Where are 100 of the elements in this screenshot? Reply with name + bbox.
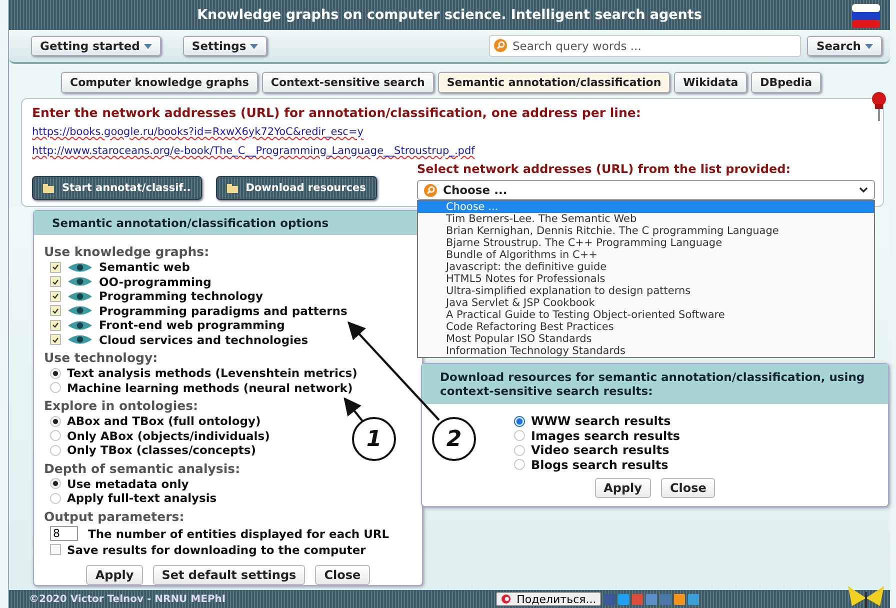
option-label: Programming paradigms and patterns [99,304,348,318]
checkbox[interactable] [50,276,61,288]
select-label: Select network addresses (URL) from the list provided: [417,162,792,176]
option-label: Images search results [531,428,680,443]
checkbox[interactable] [50,334,61,346]
flag-icon[interactable] [852,4,880,28]
menu-button[interactable]: Getting started [31,36,161,56]
search-icon [494,39,508,52]
copyright-text: ©2020 Victor Telnov - NRNU MEPhI [29,594,226,604]
social-icon[interactable] [618,594,630,604]
option-label: Use metadata only [67,476,189,491]
search-icon [424,184,437,196]
eye-icon [67,320,93,331]
section-title: Output parameters: [44,508,184,524]
dropdown-option[interactable]: Javascript: the definitive guide [418,261,874,273]
option-label: The number of entities displayed for each URL [88,526,390,540]
radio-button[interactable] [50,478,61,490]
folder-icon [226,184,238,192]
radio-button[interactable] [50,444,61,456]
option-label: Cloud services and technologies [99,332,308,347]
option-label: Blogs search results [531,458,668,472]
radio-button[interactable] [50,492,61,504]
option-label: WWW search results [531,414,671,428]
tab[interactable]: Computer knowledge graphs [61,72,258,93]
radio-button[interactable] [50,416,61,427]
dialog-title: Download resources for semantic annotation/classification, using context-sensitive search results: [422,364,888,404]
section-title: Use technology: [44,349,158,366]
option-label: Video search results [531,443,670,458]
tab[interactable]: DBpedia [751,72,822,93]
option-label: Front-end web programming [99,318,285,332]
dropdown-option[interactable]: Java Servlet & JSP Cookbook [418,297,874,309]
dropdown-option[interactable]: Information Technology Standards [418,345,874,357]
dialog-button[interactable]: Apply [86,565,143,585]
search-field[interactable]: Search query words ... [489,35,802,57]
radio-button[interactable] [514,459,525,470]
caret-icon [865,44,873,48]
option-label: Save results for downloading to the computer [67,542,366,557]
social-icon[interactable] [688,594,700,604]
radio-button[interactable] [50,382,61,394]
option-label: Programming technology [99,289,263,304]
option-label: OO-programming [99,274,212,289]
social-icon[interactable] [632,594,644,604]
tab[interactable]: Context-sensitive search [262,72,434,93]
eye-icon [67,262,93,273]
eye-icon [67,290,93,302]
option-label: Semantic web [99,260,190,274]
tab[interactable]: Wikidata [674,72,748,93]
section-title: Explore in ontologies: [44,397,198,414]
pushpin-icon [869,91,889,121]
section-title: Depth of semantic analysis: [44,460,240,476]
social-icon[interactable] [674,594,686,604]
eye-icon [67,305,93,316]
dropdown-option[interactable]: Most Popular ISO Standards [418,333,874,345]
option-label: Machine learning methods (neural network) [67,380,353,395]
checkbox[interactable] [50,262,61,273]
section-title: Use knowledge graphs: [44,243,210,260]
download-button[interactable]: Download resources [216,176,377,200]
tab[interactable]: Semantic annotation/classification [438,72,670,93]
option-label: Only ABox (objects/individuals) [67,428,270,443]
search-button[interactable]: Search [807,36,882,56]
option-label: ABox and TBox (full ontology) [67,414,261,428]
window-title: Knowledge graphs on computer science. Intelligent search agents [197,7,702,23]
share-icon [500,594,513,604]
radio-button[interactable] [50,368,61,379]
dropdown-option[interactable]: A Practical Guide to Testing Object-oriented Software [418,309,874,321]
dropdown-option[interactable]: HTML5 Notes for Professionals [418,273,874,285]
radio-button[interactable] [514,416,525,427]
dialog-button[interactable]: Apply [594,478,651,498]
url-select[interactable]: Choose ... [417,180,875,200]
checkbox[interactable] [50,320,61,331]
option-label: Apply full-text analysis [67,491,217,506]
share-button[interactable]: Поделиться... [496,592,602,606]
checkbox[interactable] [50,290,61,302]
checkbox[interactable] [50,305,61,316]
url-heading: Enter the network addresses (URL) for annotation/classification, one address per line: [32,105,642,120]
dropdown-option[interactable]: Bjarne Stroustrup. The C++ Programming Language [418,237,874,249]
url-link[interactable]: http://www.staroceans.org/e-book/The_C__Programming_Language__Stroustrup_.pdf [32,145,475,157]
social-icon[interactable] [660,594,672,604]
chevron-icon [859,187,868,193]
menu-button[interactable]: Settings [182,36,268,56]
radio-button[interactable] [514,430,525,442]
dropdown-option[interactable]: Code Refactoring Best Practices [418,321,874,333]
start-button[interactable]: Start annotat/classif.. [32,176,202,200]
dialog-button[interactable]: Set default settings [152,565,306,585]
url-link[interactable]: https://books.google.ru/books?id=RxwX6yk72YoC&redir_esc=y [32,126,364,138]
option-label: Only TBox (classes/concepts) [67,443,256,458]
social-icon[interactable] [646,594,658,604]
dialog-button[interactable]: Close [315,565,370,585]
folder-icon [43,184,54,192]
eye-icon [67,334,93,346]
number-field[interactable]: 8 [50,526,78,541]
caret-icon [144,44,152,48]
dropdown-option[interactable]: Choose ... [418,201,874,213]
eye-icon [67,276,93,288]
radio-button[interactable] [514,444,525,456]
checkbox[interactable] [50,544,61,556]
radio-button[interactable] [50,430,61,442]
dropdown-option[interactable]: Ultra-simplified explanation to design patterns [418,285,874,297]
dialog-button[interactable]: Close [660,478,716,498]
dropdown-option[interactable]: Bundle of Algorithms in C++ [418,249,874,261]
